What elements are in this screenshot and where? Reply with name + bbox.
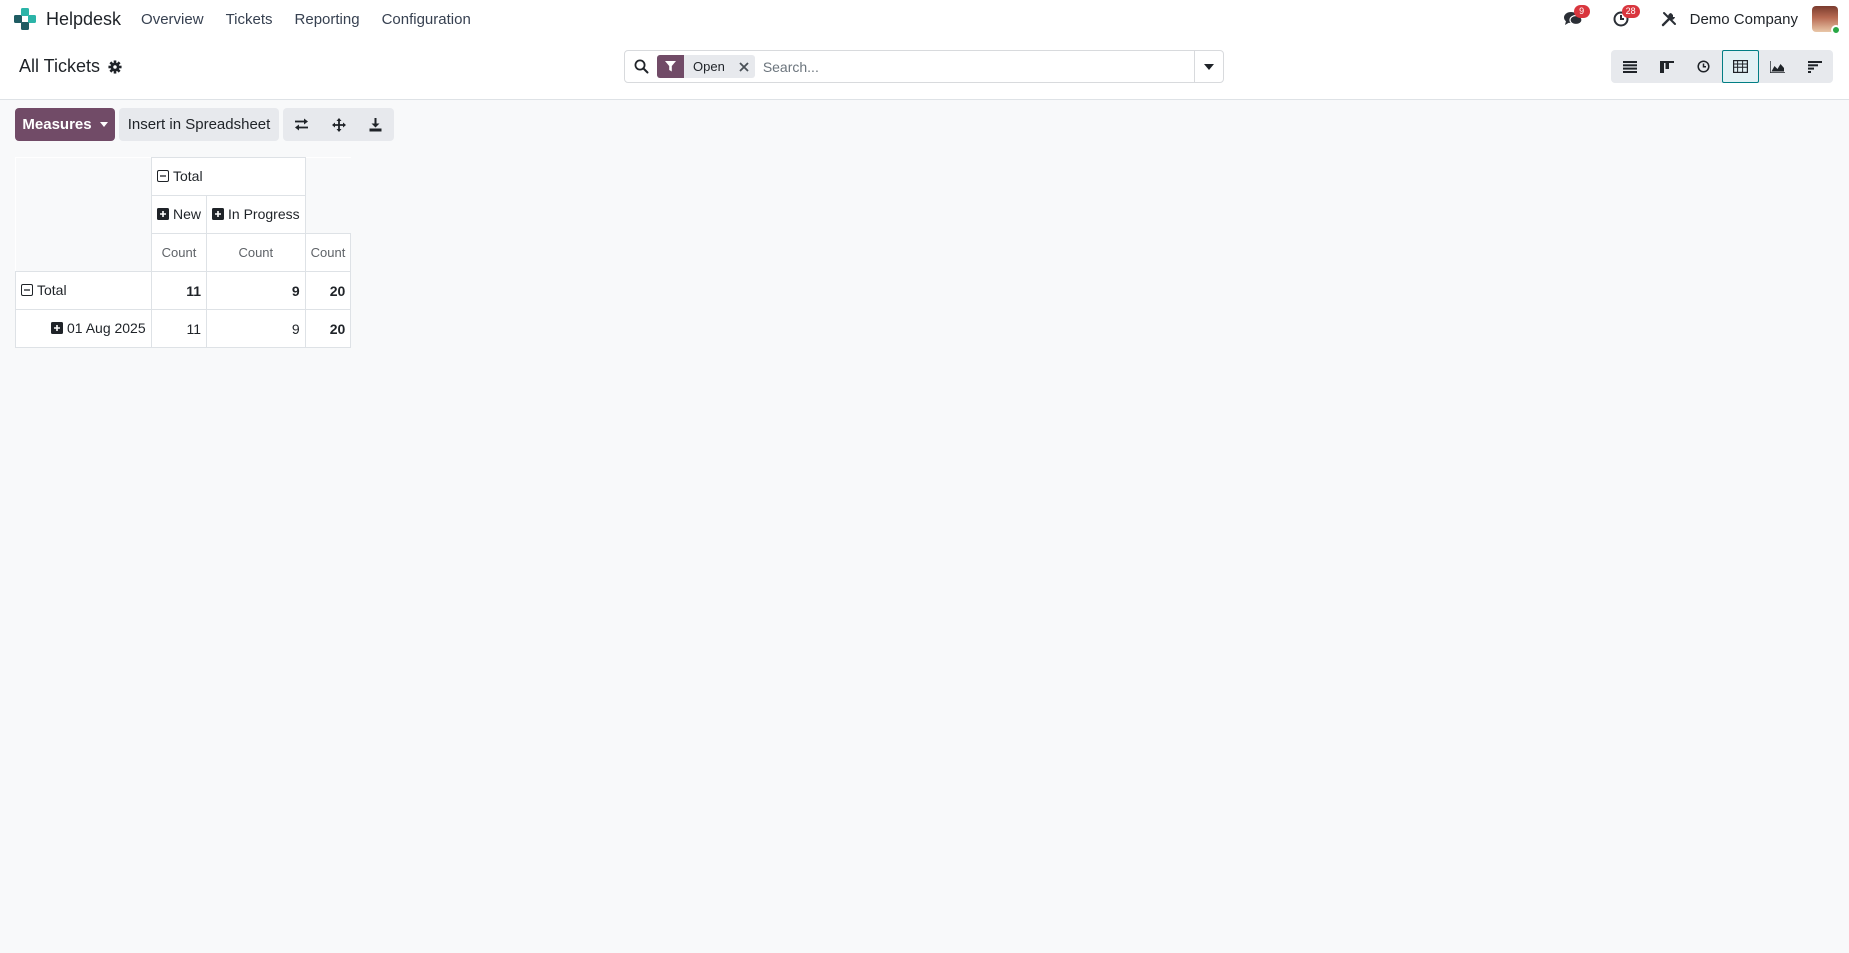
pivot-corner — [15, 233, 152, 272]
col-header-in-progress[interactable]: In Progress — [206, 195, 306, 234]
insert-in-spreadsheet-button[interactable]: Insert in Spreadsheet — [119, 108, 279, 141]
measure-header[interactable]: Count — [150, 233, 208, 272]
clock-icon — [1697, 60, 1710, 73]
pivot-corner — [305, 157, 351, 196]
cell-value[interactable]: 20 — [304, 271, 352, 310]
area-chart-icon — [1770, 60, 1785, 73]
debug-tools-button[interactable] — [1656, 6, 1682, 32]
cell-value[interactable]: 20 — [304, 309, 352, 348]
company-switcher[interactable]: Demo Company — [1690, 11, 1798, 28]
plus-square-icon — [157, 208, 169, 220]
search-icon[interactable] — [625, 59, 657, 74]
download-button[interactable] — [357, 108, 394, 141]
expand-all-button[interactable] — [320, 108, 357, 141]
gear-icon[interactable] — [108, 59, 122, 74]
table-row: 01 Aug 2025 11 9 20 — [15, 309, 352, 348]
plus-square-icon — [212, 208, 225, 220]
close-icon — [739, 61, 749, 72]
row-header-total[interactable]: Total — [15, 271, 152, 310]
measure-header[interactable]: Count — [304, 233, 352, 272]
pivot-table: Total New In Progress Count Count Count … — [15, 157, 352, 348]
col-header-new-label: New — [173, 206, 202, 222]
pivot-actions — [283, 108, 394, 141]
facet-remove-button[interactable] — [733, 55, 755, 78]
pivot-corner — [15, 157, 152, 196]
filter-icon — [657, 55, 684, 78]
main-menu: Overview Tickets Reporting Configuration — [141, 11, 493, 28]
app-brand[interactable]: Helpdesk — [14, 0, 141, 38]
row-header-date[interactable]: 01 Aug 2025 — [15, 309, 152, 348]
download-icon — [369, 117, 382, 131]
pivot-corner — [15, 195, 152, 234]
list-icon — [1622, 60, 1637, 73]
table-icon — [1733, 60, 1748, 73]
view-switcher — [1611, 50, 1833, 83]
measure-header[interactable]: Count — [206, 233, 306, 272]
user-avatar[interactable] — [1812, 6, 1841, 35]
view-cohort-button[interactable] — [1796, 50, 1833, 83]
view-graph-button[interactable] — [1759, 50, 1796, 83]
top-navbar: Helpdesk Overview Tickets Reporting Conf… — [0, 0, 1849, 38]
arrows-icon — [331, 117, 346, 132]
view-kanban-button[interactable] — [1648, 50, 1685, 83]
menu-tickets[interactable]: Tickets — [226, 11, 273, 28]
menu-configuration[interactable]: Configuration — [382, 11, 471, 28]
control-panel: All Tickets Open — [0, 38, 1849, 100]
facet-label: Open — [693, 59, 725, 74]
cell-value[interactable]: 11 — [150, 309, 208, 348]
kanban-icon — [1659, 60, 1674, 73]
search-bar: Open — [624, 50, 1224, 83]
tools-icon — [1661, 12, 1676, 27]
row-header-date-label: 01 Aug 2025 — [67, 320, 146, 336]
cell-value[interactable]: 11 — [150, 271, 208, 310]
menu-reporting[interactable]: Reporting — [295, 11, 360, 28]
view-list-button[interactable] — [1611, 50, 1648, 83]
measures-label: Measures — [22, 116, 92, 133]
menu-overview[interactable]: Overview — [141, 11, 204, 28]
col-header-in-progress-label: In Progress — [228, 206, 300, 222]
col-header-total[interactable]: Total — [151, 157, 306, 196]
pivot-corner — [305, 195, 351, 234]
view-activity-button[interactable] — [1685, 50, 1722, 83]
search-options-toggle[interactable] — [1194, 51, 1223, 82]
measures-dropdown-button[interactable]: Measures — [15, 108, 115, 141]
activities-count-badge: 28 — [1621, 5, 1640, 18]
caret-down-icon — [99, 122, 108, 127]
helpdesk-logo-icon — [14, 8, 36, 30]
systray: 9 28 Demo Company — [1560, 0, 1849, 38]
plus-square-icon — [51, 322, 63, 334]
caret-down-icon — [1204, 63, 1214, 70]
col-header-total-label: Total — [173, 168, 203, 184]
col-header-new[interactable]: New — [150, 195, 208, 234]
flip-axis-button[interactable] — [283, 108, 320, 141]
table-row: Total 11 9 20 — [15, 271, 352, 310]
cohort-icon — [1807, 60, 1822, 73]
cell-value[interactable]: 9 — [206, 309, 306, 348]
search-input[interactable] — [762, 52, 1194, 81]
app-name: Helpdesk — [46, 8, 122, 29]
breadcrumb: All Tickets — [19, 56, 122, 77]
online-status-dot — [1831, 25, 1841, 35]
messages-button[interactable]: 9 — [1560, 5, 1590, 32]
minus-square-icon — [21, 284, 33, 296]
cell-value[interactable]: 9 — [206, 271, 306, 310]
search-facet: Open — [657, 55, 755, 78]
exchange-icon — [295, 118, 308, 131]
page-title: All Tickets — [19, 56, 101, 76]
view-pivot-button[interactable] — [1722, 50, 1759, 83]
messages-count-badge: 9 — [1573, 5, 1590, 18]
activities-button[interactable]: 28 — [1608, 5, 1640, 32]
minus-square-icon — [157, 170, 169, 182]
row-header-total-label: Total — [37, 282, 67, 298]
